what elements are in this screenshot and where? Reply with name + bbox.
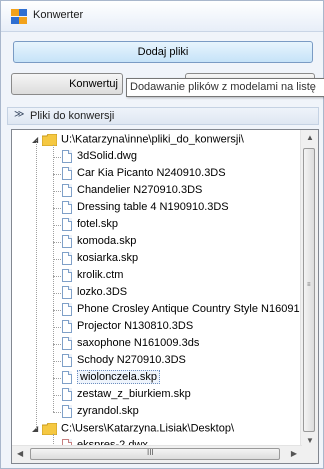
files-section-header[interactable]: ≫ Pliki do konwersji	[7, 107, 319, 125]
file-row[interactable]: krolik.ctm	[62, 267, 123, 284]
file-name: lozko.3DS	[77, 286, 128, 298]
file-icon	[62, 217, 72, 231]
folder-path: C:\Users\Katarzyna.Lisiak\Desktop\	[61, 422, 235, 435]
tooltip: Dodawanie plików z modelami na listę	[126, 78, 324, 97]
file-row[interactable]: Car Kia Picanto N240910.3DS	[62, 165, 226, 182]
app-icon	[11, 9, 27, 24]
add-files-button[interactable]: Dodaj pliki	[13, 41, 313, 63]
title-bar[interactable]: Konwerter	[1, 1, 323, 32]
file-icon	[62, 183, 72, 197]
file-row[interactable]: Chandelier N270910.3DS	[62, 182, 202, 199]
file-icon	[62, 319, 72, 333]
file-icon	[62, 268, 72, 282]
file-name: saxophone N161009.3ds	[77, 337, 200, 349]
expand-toggle-icon[interactable]: ◢	[32, 131, 42, 148]
file-icon	[62, 387, 72, 401]
tree-connector	[53, 157, 61, 158]
tree-connector	[53, 293, 61, 294]
horizontal-scroll-thumb[interactable]: III	[30, 448, 280, 460]
file-row[interactable]: saxophone N161009.3ds	[62, 335, 199, 352]
expand-toggle-icon[interactable]: ◢	[32, 420, 42, 437]
file-row[interactable]: Dressing table 4 N190910.3DS	[62, 199, 229, 216]
file-icon	[62, 251, 72, 265]
file-name: wiolonczela.skp	[77, 370, 161, 384]
file-icon	[62, 234, 72, 248]
file-name: Projector N130810.3DS	[77, 320, 194, 332]
grip-label: III	[147, 448, 154, 457]
scroll-up-arrow-icon[interactable]: ▲	[306, 133, 314, 142]
file-row[interactable]: Schody N270910.3DS	[62, 352, 186, 369]
folder-row[interactable]: ◢ C:\Users\Katarzyna.Lisiak\Desktop\	[32, 420, 234, 437]
section-title: Pliki do konwersji	[30, 110, 115, 122]
window-title: Konwerter	[33, 9, 84, 21]
tree-connector	[53, 191, 61, 192]
vertical-scroll-thumb[interactable]: ≡	[303, 148, 315, 432]
scroll-down-arrow-icon[interactable]: ▼	[306, 436, 314, 445]
tree-connector	[53, 412, 61, 413]
tree-connector	[53, 327, 61, 328]
collapse-chevron-icon[interactable]: ≫	[14, 109, 24, 120]
tree-connector	[53, 276, 61, 277]
grip-icon: ≡	[307, 282, 311, 288]
file-row[interactable]: Phone Crosley Antique Country Style N160…	[62, 301, 302, 318]
file-row[interactable]: Projector N130810.3DS	[62, 318, 193, 335]
file-name: Dressing table 4 N190910.3DS	[77, 201, 229, 213]
vertical-scrollbar[interactable]: ▲ ≡ ▼	[300, 130, 318, 448]
file-row[interactable]: kosiarka.skp	[62, 250, 138, 267]
scroll-corner	[301, 446, 318, 463]
scroll-left-arrow-icon[interactable]: ◀	[17, 449, 23, 458]
file-icon	[62, 404, 72, 418]
file-row[interactable]: 3dSolid.dwg	[62, 148, 137, 165]
file-row[interactable]: komoda.skp	[62, 233, 136, 250]
file-name: komoda.skp	[77, 235, 137, 247]
file-icon	[62, 353, 72, 367]
tree-connector	[53, 395, 61, 396]
tree-content: ◢ U:\Katarzyna\inne\pliki_do_konwersji\ 3d…	[12, 130, 302, 448]
tree-connector	[53, 310, 61, 311]
convert-button[interactable]: Konwertuj	[11, 73, 123, 95]
file-icon	[62, 370, 72, 384]
file-icon	[62, 336, 72, 350]
tree-connector	[53, 208, 61, 209]
file-row[interactable]: zyrandol.skp	[62, 403, 139, 420]
tree-connector	[36, 140, 37, 429]
horizontal-scrollbar[interactable]: ◀ III ▶	[12, 445, 302, 463]
file-row[interactable]: lozko.3DS	[62, 284, 127, 301]
file-name: krolik.ctm	[77, 269, 124, 281]
file-row[interactable]: zestaw_z_biurkiem.skp	[62, 386, 191, 403]
file-icon	[62, 200, 72, 214]
file-row[interactable]: fotel.skp	[62, 216, 118, 233]
file-icon	[62, 166, 72, 180]
file-name: zyrandol.skp	[77, 405, 139, 417]
tree-connector	[53, 259, 61, 260]
file-name: fotel.skp	[77, 218, 118, 230]
scroll-right-arrow-icon[interactable]: ▶	[291, 449, 297, 458]
tree-connector	[53, 174, 61, 175]
tree-connector	[53, 361, 61, 362]
file-icon	[62, 149, 72, 163]
folder-icon	[41, 422, 58, 435]
file-name: Car Kia Picanto N240910.3DS	[77, 167, 226, 179]
file-row[interactable]: wiolonczela.skp	[62, 369, 161, 386]
file-icon	[62, 285, 72, 299]
converter-window: Konwerter Dodaj pliki Konwertuj Dodawani…	[0, 0, 324, 469]
folder-row[interactable]: ◢ U:\Katarzyna\inne\pliki_do_konwersji\	[32, 131, 244, 148]
file-name: Phone Crosley Antique Country Style N160…	[77, 303, 302, 315]
file-tree[interactable]: ◢ U:\Katarzyna\inne\pliki_do_konwersji\ 3d…	[11, 129, 319, 464]
tree-connector	[53, 344, 61, 345]
tree-connector	[53, 225, 61, 226]
tree-connector	[53, 378, 61, 379]
file-name: Schody N270910.3DS	[77, 354, 186, 366]
file-name: Chandelier N270910.3DS	[77, 184, 203, 196]
file-icon	[62, 302, 72, 316]
folder-path: U:\Katarzyna\inne\pliki_do_konwersji\	[61, 133, 244, 146]
tree-connector	[53, 242, 61, 243]
file-name: zestaw_z_biurkiem.skp	[77, 388, 191, 400]
file-name: 3dSolid.dwg	[77, 150, 137, 162]
folder-icon	[41, 133, 58, 146]
tree-connector	[53, 145, 54, 412]
file-name: kosiarka.skp	[77, 252, 139, 264]
